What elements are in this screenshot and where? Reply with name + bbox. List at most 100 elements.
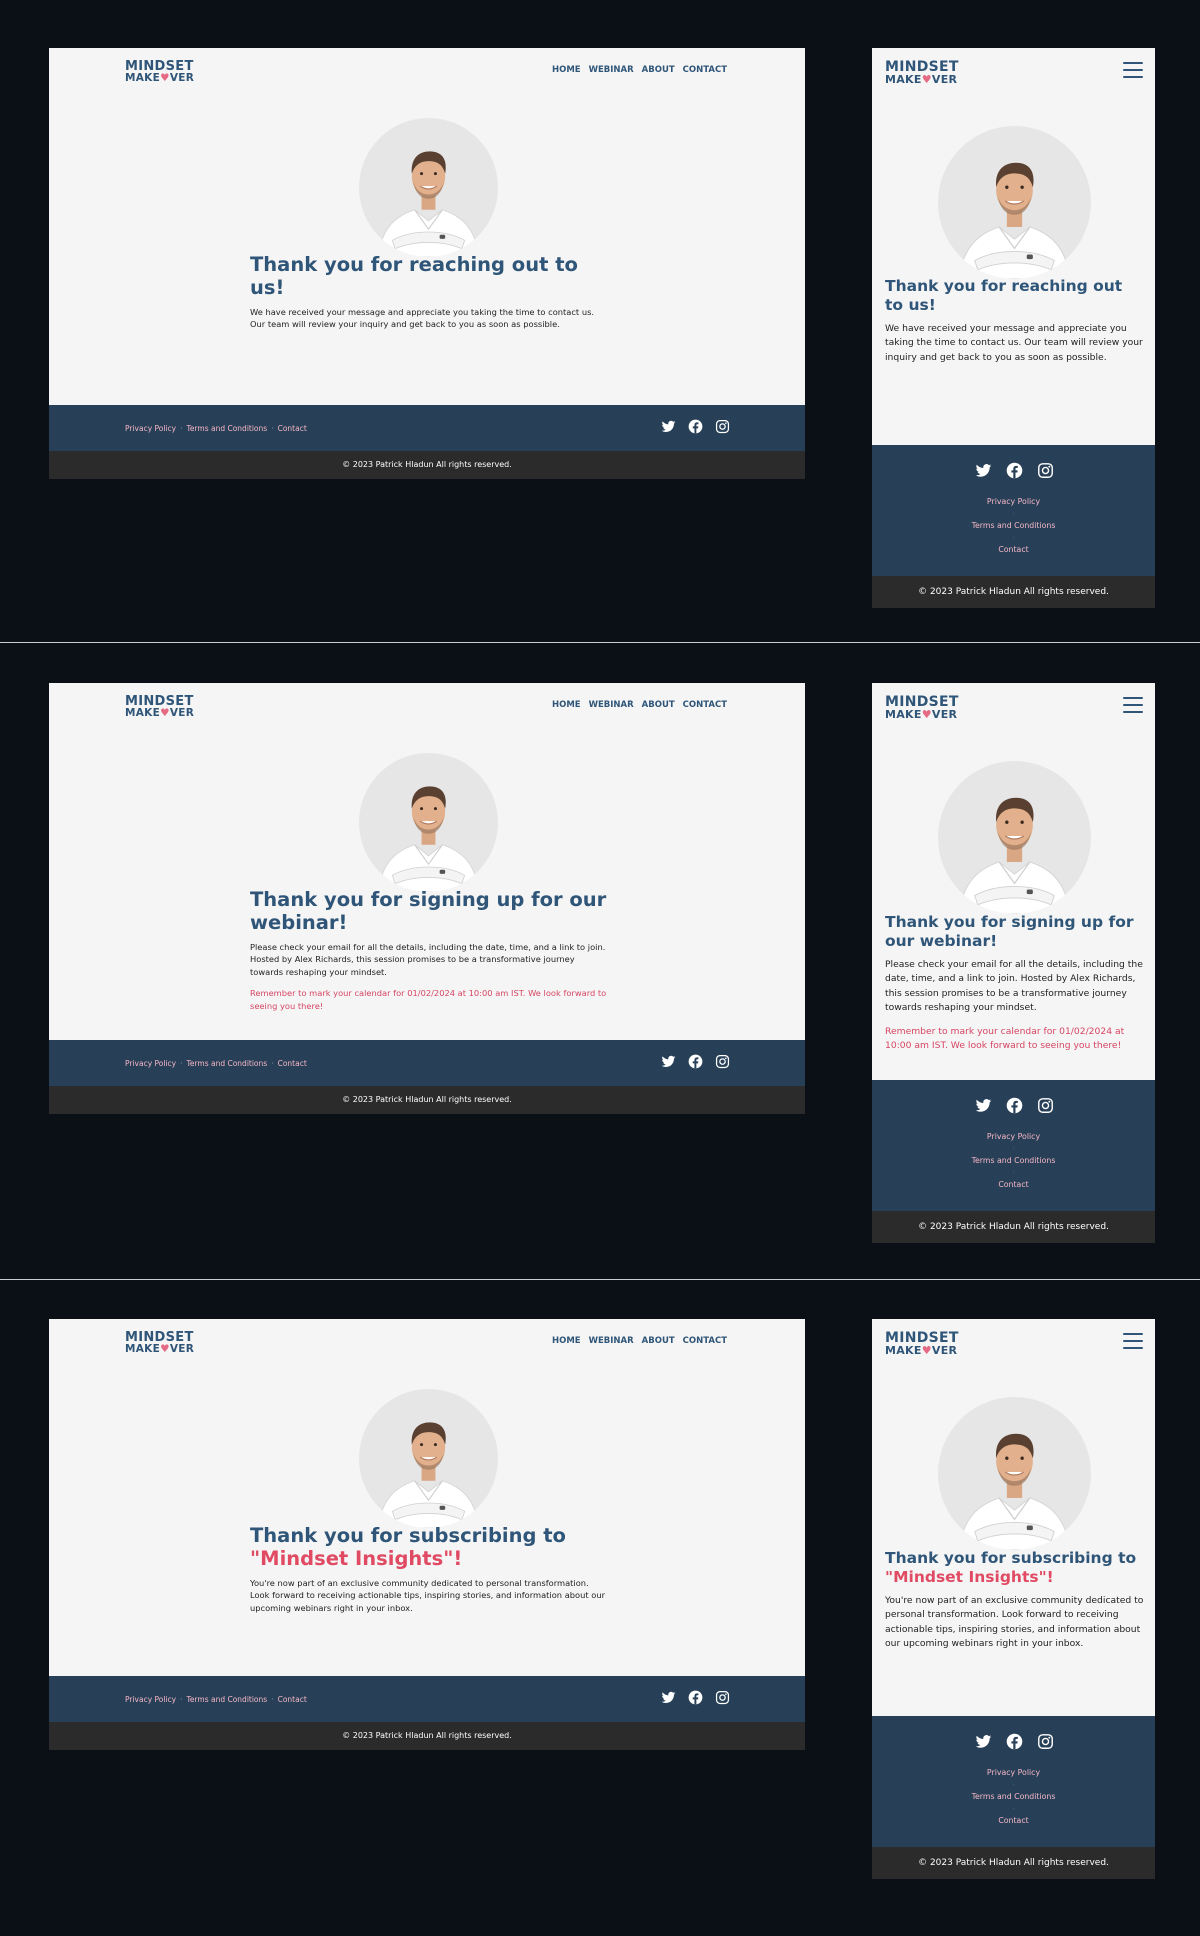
twitter-icon[interactable] bbox=[661, 1690, 676, 1705]
nav-contact[interactable]: CONTACT bbox=[683, 700, 727, 710]
page-title: Thank you for subscribing to "Mindset Ins… bbox=[250, 1524, 610, 1571]
message-body: We have received your message and apprec… bbox=[885, 323, 1143, 363]
avatar bbox=[938, 126, 1091, 279]
facebook-icon[interactable] bbox=[688, 419, 703, 434]
terms-link[interactable]: Terms and Conditions bbox=[872, 521, 1155, 533]
nav-webinar[interactable]: WEBINAR bbox=[589, 65, 634, 75]
contact-link[interactable]: Contact bbox=[872, 545, 1155, 557]
page-title: Thank you for signing up for our webinar… bbox=[885, 913, 1145, 950]
privacy-link[interactable]: Privacy Policy bbox=[125, 1059, 176, 1068]
contact-link[interactable]: Contact bbox=[872, 1816, 1155, 1828]
nav-home[interactable]: HOME bbox=[552, 700, 581, 710]
instagram-icon[interactable] bbox=[1037, 462, 1054, 479]
facebook-icon[interactable] bbox=[1006, 462, 1023, 479]
brand-logo[interactable]: MINDSET MAKE♥VER bbox=[125, 1331, 194, 1355]
terms-link[interactable]: Terms and Conditions bbox=[187, 1695, 268, 1704]
mobile-view: MINDSET MAKE♥VER Thank you for reaching … bbox=[872, 48, 1155, 608]
twitter-icon[interactable] bbox=[975, 462, 992, 479]
contact-link[interactable]: Contact bbox=[278, 424, 307, 433]
logo-line2: MAKE♥VER bbox=[125, 708, 194, 719]
title-text: Thank you for subscribing to bbox=[250, 1524, 566, 1547]
logo-line1: MINDSET bbox=[885, 694, 959, 710]
instagram-icon[interactable] bbox=[715, 1054, 730, 1069]
footer: Privacy Policy · Terms and Conditions · … bbox=[49, 1040, 805, 1086]
nav-home[interactable]: HOME bbox=[552, 65, 581, 75]
facebook-icon[interactable] bbox=[1006, 1097, 1023, 1114]
contact-link[interactable]: Contact bbox=[278, 1695, 307, 1704]
nav-contact[interactable]: CONTACT bbox=[683, 1336, 727, 1346]
logo-line2: MAKE♥VER bbox=[885, 709, 959, 720]
logo-ver: VER bbox=[931, 73, 958, 86]
avatar bbox=[359, 753, 498, 892]
twitter-icon[interactable] bbox=[975, 1097, 992, 1114]
message-body: You're now part of an exclusive communit… bbox=[250, 1577, 606, 1614]
nav-about[interactable]: ABOUT bbox=[642, 1336, 675, 1346]
main-nav: HOME WEBINAR ABOUT CONTACT bbox=[552, 65, 727, 75]
footer-links: Privacy Policy · Terms and Conditions · … bbox=[125, 1059, 307, 1068]
brand-logo[interactable]: MINDSET MAKE♥VER bbox=[885, 60, 959, 85]
facebook-icon[interactable] bbox=[1006, 1733, 1023, 1750]
social-links bbox=[661, 1054, 730, 1069]
menu-icon[interactable] bbox=[1123, 62, 1143, 79]
twitter-icon[interactable] bbox=[975, 1733, 992, 1750]
privacy-link[interactable]: Privacy Policy bbox=[872, 1132, 1155, 1144]
nav-about[interactable]: ABOUT bbox=[642, 700, 675, 710]
privacy-link[interactable]: Privacy Policy bbox=[125, 1695, 176, 1704]
menu-icon[interactable] bbox=[1123, 1333, 1143, 1350]
terms-link[interactable]: Terms and Conditions bbox=[187, 424, 268, 433]
logo-line2: MAKE♥VER bbox=[125, 1344, 194, 1355]
avatar bbox=[938, 1397, 1091, 1550]
copyright: © 2023 Patrick Hladun All rights reserve… bbox=[49, 1722, 805, 1750]
footer: Privacy Policy · Terms and Conditions · … bbox=[872, 1716, 1155, 1847]
logo-make: MAKE bbox=[125, 72, 161, 84]
brand-logo[interactable]: MINDSET MAKE♥VER bbox=[125, 60, 194, 84]
social-links bbox=[661, 419, 730, 434]
instagram-icon[interactable] bbox=[715, 419, 730, 434]
facebook-icon[interactable] bbox=[688, 1054, 703, 1069]
message-body: You're now part of an exclusive communit… bbox=[885, 1595, 1144, 1649]
brand-logo[interactable]: MINDSET MAKE♥VER bbox=[125, 695, 194, 719]
brand-logo[interactable]: MINDSET MAKE♥VER bbox=[885, 695, 959, 720]
contact-link[interactable]: Contact bbox=[278, 1059, 307, 1068]
terms-link[interactable]: Terms and Conditions bbox=[872, 1156, 1155, 1168]
social-links bbox=[975, 462, 1054, 479]
footer-links: Privacy Policy · Terms and Conditions · … bbox=[125, 1695, 307, 1704]
terms-link[interactable]: Terms and Conditions bbox=[872, 1792, 1155, 1804]
avatar bbox=[359, 118, 498, 257]
privacy-link[interactable]: Privacy Policy bbox=[872, 1768, 1155, 1780]
twitter-icon[interactable] bbox=[661, 419, 676, 434]
social-links bbox=[975, 1733, 1054, 1750]
footer: Privacy Policy · Terms and Conditions · … bbox=[49, 1676, 805, 1722]
contact-link[interactable]: Contact bbox=[872, 1180, 1155, 1192]
brain-icon: ♥ bbox=[160, 72, 170, 84]
nav-home[interactable]: HOME bbox=[552, 1336, 581, 1346]
nav-webinar[interactable]: WEBINAR bbox=[589, 1336, 634, 1346]
logo-make: MAKE bbox=[885, 1344, 922, 1357]
logo-make: MAKE bbox=[885, 708, 922, 721]
footer-links: Privacy Policy · Terms and Conditions · … bbox=[872, 497, 1155, 557]
instagram-icon[interactable] bbox=[1037, 1733, 1054, 1750]
calendar-reminder: Remember to mark your calendar for 01/02… bbox=[885, 1026, 1125, 1052]
privacy-link[interactable]: Privacy Policy bbox=[872, 497, 1155, 509]
avatar bbox=[359, 1389, 498, 1528]
message-content: Thank you for signing up for our webinar… bbox=[885, 913, 1145, 1054]
brand-logo[interactable]: MINDSET MAKE♥VER bbox=[885, 1331, 959, 1356]
brain-icon: ♥ bbox=[921, 708, 932, 721]
nav-contact[interactable]: CONTACT bbox=[683, 65, 727, 75]
nav-webinar[interactable]: WEBINAR bbox=[589, 700, 634, 710]
menu-icon[interactable] bbox=[1123, 697, 1143, 714]
terms-link[interactable]: Terms and Conditions bbox=[187, 1059, 268, 1068]
brain-icon: ♥ bbox=[160, 707, 170, 719]
privacy-link[interactable]: Privacy Policy bbox=[125, 424, 176, 433]
title-text: Thank you for signing up for our webinar… bbox=[250, 888, 607, 934]
nav-about[interactable]: ABOUT bbox=[642, 65, 675, 75]
page-title: Thank you for reaching out to us! bbox=[250, 253, 610, 300]
logo-line1: MINDSET bbox=[885, 1330, 959, 1346]
page-title: Thank you for signing up for our webinar… bbox=[250, 888, 610, 935]
instagram-icon[interactable] bbox=[1037, 1097, 1054, 1114]
link-separator: · bbox=[271, 1059, 274, 1068]
twitter-icon[interactable] bbox=[661, 1054, 676, 1069]
copyright: © 2023 Patrick Hladun All rights reserve… bbox=[49, 1086, 805, 1114]
instagram-icon[interactable] bbox=[715, 1690, 730, 1705]
facebook-icon[interactable] bbox=[688, 1690, 703, 1705]
